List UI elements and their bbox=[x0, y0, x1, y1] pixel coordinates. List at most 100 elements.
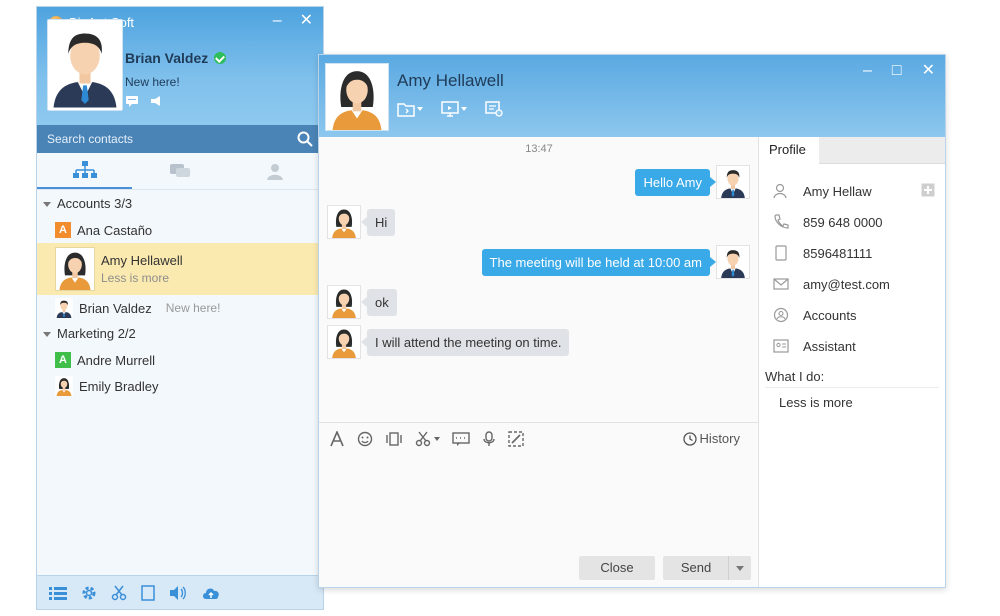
self-name-row: Brian Valdez bbox=[125, 50, 227, 66]
close-button[interactable]: Close bbox=[579, 556, 655, 580]
compose-toolbar: History bbox=[319, 422, 759, 454]
avatar bbox=[55, 298, 73, 318]
dropdown-arrow-icon bbox=[434, 436, 440, 441]
cloud-upload-icon[interactable] bbox=[201, 585, 221, 601]
contact-ana-castano[interactable]: A Ana Castaño bbox=[37, 217, 323, 243]
chat-window: Amy Hellawell – □ ✕ 13:47 Hello Amy Hi T… bbox=[318, 54, 946, 588]
user-icon bbox=[773, 183, 789, 199]
phone-icon bbox=[773, 214, 789, 230]
what-i-do-value: Less is more bbox=[779, 395, 853, 410]
group-marketing[interactable]: Marketing 2/2 bbox=[37, 321, 323, 347]
avatar bbox=[55, 247, 95, 291]
history-button[interactable]: History bbox=[682, 431, 740, 446]
self-tools bbox=[125, 95, 163, 107]
avatar bbox=[716, 245, 750, 279]
history-label: History bbox=[699, 431, 740, 446]
profile-email[interactable]: amy@test.com bbox=[803, 277, 890, 292]
org-tree-icon bbox=[72, 160, 98, 180]
add-contact-icon[interactable] bbox=[921, 183, 935, 197]
profile-position: Assistant bbox=[803, 338, 856, 354]
contact-brian-valdez[interactable]: Brian Valdez New here! bbox=[37, 295, 323, 321]
clock-icon bbox=[682, 431, 697, 446]
search-input[interactable] bbox=[45, 131, 289, 147]
message-timestamp: 13:47 bbox=[525, 143, 553, 155]
message-bubble[interactable]: The meeting will be held at 10:00 am bbox=[481, 248, 717, 276]
emoji-icon[interactable] bbox=[357, 431, 373, 447]
what-i-do-label: What I do: bbox=[765, 369, 825, 384]
minimize-icon[interactable]: – bbox=[273, 13, 282, 29]
tab-groups[interactable] bbox=[228, 153, 323, 189]
send-button[interactable]: Send bbox=[663, 556, 751, 580]
message-bubble[interactable]: I will attend the meeting on time. bbox=[360, 328, 570, 356]
message-area: 13:47 Hello Amy Hi The meeting will be h… bbox=[319, 137, 759, 422]
font-icon[interactable] bbox=[329, 430, 345, 447]
group-accounts[interactable]: Accounts 3/3 bbox=[37, 191, 323, 217]
contact-andre-murrell[interactable]: A Andre Murrell bbox=[37, 347, 323, 373]
chat-record-button[interactable] bbox=[485, 101, 503, 117]
chat-window-controls: – □ ✕ bbox=[863, 63, 935, 79]
send-options-dropdown[interactable] bbox=[728, 556, 751, 580]
menu-list-icon[interactable] bbox=[49, 585, 67, 601]
contact-list: Accounts 3/3 A Ana Castaño Amy Hellawell… bbox=[37, 191, 323, 399]
monitor-icon bbox=[441, 101, 459, 117]
contact-nav-tabs bbox=[37, 153, 323, 190]
dropdown-arrow-icon bbox=[417, 107, 423, 111]
letter-avatar: A bbox=[55, 222, 71, 238]
chevron-down-icon bbox=[736, 565, 744, 571]
message-row: Hi bbox=[327, 205, 396, 239]
letter-avatar: A bbox=[55, 352, 71, 368]
close-icon[interactable]: ✕ bbox=[300, 13, 313, 29]
message-row: The meeting will be held at 10:00 am bbox=[481, 245, 750, 279]
quick-reply-icon[interactable] bbox=[452, 431, 470, 447]
avatar bbox=[327, 205, 361, 239]
speaker-icon[interactable] bbox=[169, 585, 187, 601]
profile-mobile: 8596481111 bbox=[803, 245, 873, 261]
contact-name: Amy Hellawell bbox=[101, 253, 183, 268]
self-avatar[interactable] bbox=[47, 19, 123, 111]
message-bubble[interactable]: ok bbox=[361, 288, 397, 316]
microphone-icon[interactable] bbox=[482, 430, 496, 447]
profile-department: Accounts bbox=[803, 307, 857, 323]
contact-name: Brian Valdez bbox=[79, 300, 152, 316]
tab-profile[interactable]: Profile bbox=[759, 137, 819, 164]
profile-phone: 859 648 0000 bbox=[803, 214, 883, 230]
screen-share-button[interactable] bbox=[441, 101, 467, 117]
profile-name: Amy Hellaw bbox=[803, 183, 872, 199]
contact-amy-hellawell[interactable]: Amy Hellawell Less is more bbox=[37, 243, 323, 295]
broadcast-icon[interactable] bbox=[149, 95, 163, 107]
whiteboard-icon[interactable] bbox=[508, 430, 524, 447]
profile-panel: Profile Amy Hellaw 859 648 0000 85964811… bbox=[759, 137, 945, 587]
self-status[interactable]: New here! bbox=[125, 75, 180, 89]
chat-header-tools bbox=[397, 101, 503, 117]
message-input[interactable] bbox=[327, 458, 751, 550]
minimize-icon[interactable]: – bbox=[863, 63, 872, 79]
dropdown-arrow-icon bbox=[461, 107, 467, 111]
online-status-icon[interactable] bbox=[214, 52, 227, 64]
id-card-icon bbox=[773, 338, 789, 354]
chat-history-icon bbox=[485, 101, 503, 117]
contact-emily-bradley[interactable]: Emily Bradley bbox=[37, 373, 323, 399]
send-label: Send bbox=[680, 560, 712, 575]
folder-icon bbox=[397, 101, 415, 117]
close-icon[interactable]: ✕ bbox=[922, 63, 935, 79]
profile-tabbar: Profile bbox=[759, 137, 945, 164]
message-row: Hello Amy bbox=[635, 165, 750, 199]
message-bubble[interactable]: Hello Amy bbox=[635, 168, 716, 196]
profile-position-row: Assistant bbox=[773, 338, 856, 354]
shake-icon[interactable] bbox=[385, 431, 403, 447]
search-icon[interactable] bbox=[297, 131, 313, 147]
tab-recent-chats[interactable] bbox=[132, 153, 227, 189]
gear-icon[interactable] bbox=[81, 585, 97, 601]
avatar bbox=[716, 165, 750, 199]
message-bubble[interactable]: Hi bbox=[360, 208, 396, 236]
scissors-icon[interactable] bbox=[111, 585, 127, 601]
send-file-button[interactable] bbox=[397, 101, 423, 117]
message-icon[interactable] bbox=[125, 95, 139, 107]
notepad-icon[interactable] bbox=[141, 584, 155, 601]
divider bbox=[765, 387, 939, 388]
mobile-icon bbox=[773, 245, 789, 261]
screenshot-scissors-icon[interactable] bbox=[415, 431, 440, 447]
tab-organization[interactable] bbox=[37, 153, 133, 189]
maximize-icon[interactable]: □ bbox=[892, 63, 902, 79]
chat-avatar[interactable] bbox=[325, 63, 389, 131]
